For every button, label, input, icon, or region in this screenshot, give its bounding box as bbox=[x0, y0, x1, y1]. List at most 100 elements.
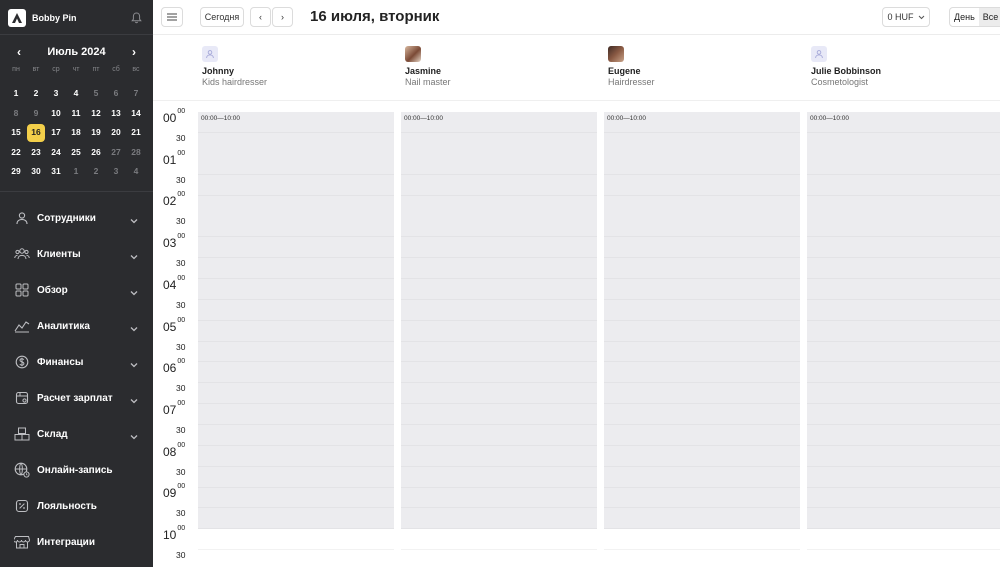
calendar-day[interactable]: 8 bbox=[6, 104, 26, 124]
calendar-day[interactable]: 4 bbox=[66, 84, 86, 104]
brand[interactable]: Bobby Pin bbox=[8, 8, 77, 28]
calendar-day[interactable]: 10 bbox=[46, 104, 66, 124]
sidebar-item-label: Лояльность bbox=[37, 500, 97, 512]
calendar-day[interactable]: 13 bbox=[106, 104, 126, 124]
time-slot-area[interactable] bbox=[807, 529, 1000, 567]
staff-schedule-column[interactable]: 00:00—10:00 bbox=[198, 112, 394, 567]
chevron-down-icon[interactable] bbox=[129, 285, 139, 296]
calendar-day[interactable]: 31 bbox=[46, 162, 66, 182]
sidebar-item[interactable]: Финансы bbox=[0, 344, 153, 380]
time-slot-area[interactable] bbox=[604, 529, 800, 567]
non-working-hours-block[interactable]: 00:00—10:00 bbox=[401, 112, 597, 529]
hamburger-icon bbox=[167, 13, 177, 21]
avatar bbox=[608, 46, 624, 62]
sidebar-item[interactable]: Склад bbox=[0, 416, 153, 452]
store-icon bbox=[14, 534, 30, 550]
time-label-half: 30 bbox=[176, 466, 186, 477]
non-working-hours-block[interactable]: 00:00—10:00 bbox=[198, 112, 394, 529]
calendar-day[interactable]: 29 bbox=[6, 162, 26, 182]
time-label-hour: 0800 bbox=[163, 442, 185, 459]
sidebar-item[interactable]: Сотрудники bbox=[0, 200, 153, 236]
calendar-day[interactable]: 22 bbox=[6, 143, 26, 163]
calendar-day[interactable]: 15 bbox=[6, 123, 26, 143]
staff-schedule-column[interactable]: 00:00—10:00 bbox=[401, 112, 597, 567]
chevron-down-icon[interactable] bbox=[129, 429, 139, 440]
calendar-day[interactable]: 25 bbox=[66, 143, 86, 163]
sidebar-item[interactable]: Расчет зарплат bbox=[0, 380, 153, 416]
time-label-half: 30 bbox=[176, 258, 186, 269]
calendar-day[interactable]: 23 bbox=[26, 143, 46, 163]
staff-header[interactable]: Eugene Hairdresser bbox=[604, 35, 800, 100]
calendar-weekday: чт bbox=[72, 66, 80, 73]
hour-value: 07 bbox=[163, 402, 177, 417]
sidebar-item[interactable]: Лояльность bbox=[0, 488, 153, 524]
calendar-day[interactable]: 3 bbox=[46, 84, 66, 104]
currency-dropdown[interactable]: 0 HUF bbox=[882, 7, 930, 27]
calendar-month-label: Июль 2024 bbox=[47, 46, 106, 58]
sidebar-item[interactable]: Аналитика bbox=[0, 308, 153, 344]
calendar-day[interactable]: 2 bbox=[86, 162, 106, 182]
calendar-day[interactable]: 11 bbox=[66, 104, 86, 124]
time-slot-area[interactable] bbox=[401, 529, 597, 567]
prev-day-button[interactable]: ‹ bbox=[250, 7, 271, 27]
chevron-down-icon[interactable] bbox=[129, 357, 139, 368]
calendar-day[interactable]: 20 bbox=[106, 123, 126, 143]
chevron-down-icon[interactable] bbox=[129, 249, 139, 260]
calendar-day[interactable]: 24 bbox=[46, 143, 66, 163]
view-day-option[interactable]: День bbox=[950, 8, 979, 26]
calendar-day[interactable]: 27 bbox=[106, 143, 126, 163]
calendar-day[interactable]: 26 bbox=[86, 143, 106, 163]
calendar-day[interactable]: 19 bbox=[86, 123, 106, 143]
time-label-hour: 0000 bbox=[163, 108, 185, 125]
sidebar-divider bbox=[0, 191, 153, 192]
staff-schedule-column[interactable]: 00:00—10:00 bbox=[604, 112, 800, 567]
chevron-down-icon[interactable] bbox=[129, 213, 139, 224]
calendar-next-month-icon[interactable]: › bbox=[127, 45, 141, 59]
calendar-day[interactable]: 30 bbox=[26, 162, 46, 182]
hour-value: 09 bbox=[163, 486, 177, 501]
sidebar-item[interactable]: Клиенты bbox=[0, 236, 153, 272]
calendar-day[interactable]: 17 bbox=[46, 123, 66, 143]
minute-value: 00 bbox=[177, 191, 186, 199]
calendar-day[interactable]: 6 bbox=[106, 84, 126, 104]
calendar-day[interactable]: 18 bbox=[66, 123, 86, 143]
calendar-day[interactable]: 2 bbox=[26, 84, 46, 104]
time-label-hour: 0100 bbox=[163, 149, 186, 167]
calendar-day[interactable]: 28 bbox=[126, 143, 146, 163]
next-day-button[interactable]: › bbox=[272, 7, 293, 27]
calendar-day[interactable]: 1 bbox=[6, 84, 26, 104]
calendar-prev-month-icon[interactable]: ‹ bbox=[12, 45, 26, 59]
calendar-day[interactable]: 5 bbox=[86, 84, 106, 104]
calendar-day[interactable]: 21 bbox=[126, 123, 146, 143]
chevron-down-icon[interactable] bbox=[129, 321, 139, 332]
calendar-day[interactable]: 4 bbox=[126, 162, 146, 182]
view-all-option[interactable]: Все bbox=[978, 8, 1000, 26]
sidebar-item[interactable]: Онлайн-запись bbox=[0, 452, 153, 488]
staff-header[interactable]: Jasmine Nail master bbox=[401, 35, 597, 100]
sidebar-item[interactable]: Обзор bbox=[0, 272, 153, 308]
calendar-day[interactable]: 9 bbox=[26, 104, 46, 124]
sidebar-item[interactable]: Интеграции bbox=[0, 524, 153, 560]
calendar-day[interactable]: 1 bbox=[66, 162, 86, 182]
menu-toggle-button[interactable] bbox=[161, 7, 183, 27]
non-working-hours-block[interactable]: 00:00—10:00 bbox=[604, 112, 800, 529]
staff-schedule-column[interactable]: 00:00—10:00 bbox=[807, 112, 1000, 567]
minute-value: 00 bbox=[177, 316, 186, 324]
calendar-weekday: ср bbox=[52, 66, 60, 73]
chevron-right-icon: › bbox=[281, 12, 284, 22]
calendar-day-today[interactable]: 16 bbox=[27, 124, 45, 142]
minute-value: 00 bbox=[177, 149, 186, 157]
calendar-day[interactable]: 3 bbox=[106, 162, 126, 182]
staff-header[interactable]: Johnny Kids hairdresser bbox=[198, 35, 394, 100]
time-label-hour: 0300 bbox=[163, 233, 185, 250]
time-slot-area[interactable] bbox=[198, 529, 394, 567]
staff-header[interactable]: Julie Bobbinson Cosmetologist bbox=[807, 35, 1000, 100]
non-working-hours-block[interactable]: 00:00—10:00 bbox=[807, 112, 1000, 529]
today-button[interactable]: Сегодня bbox=[200, 7, 244, 27]
bell-icon[interactable] bbox=[130, 12, 142, 24]
header-divider bbox=[153, 100, 1000, 101]
calendar-day[interactable]: 7 bbox=[126, 84, 146, 104]
chevron-down-icon[interactable] bbox=[129, 393, 139, 404]
calendar-day[interactable]: 14 bbox=[126, 104, 146, 124]
calendar-day[interactable]: 12 bbox=[86, 104, 106, 124]
